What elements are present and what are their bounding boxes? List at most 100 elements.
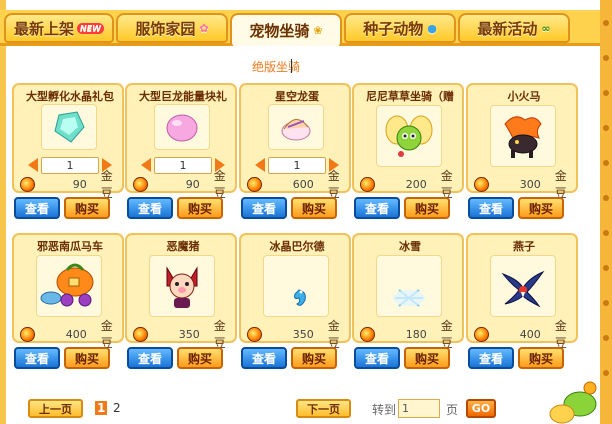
item-card: 小火马 300 金豆 (466, 83, 578, 200)
pumpkin-carriage-icon[interactable] (36, 255, 102, 317)
go-button[interactable]: GO (466, 399, 496, 418)
view-button[interactable]: 查看 (468, 347, 514, 369)
quantity-stepper: 1 (255, 156, 339, 174)
next-page-button[interactable]: 下一页 (296, 399, 351, 418)
view-button[interactable]: 查看 (241, 197, 287, 219)
buy-button[interactable]: 购买 (64, 347, 110, 369)
buy-button[interactable]: 购买 (64, 197, 110, 219)
shop-item: 邪恶南瓜马车 400 金豆 查看 购买 (12, 233, 124, 376)
text-cursor (291, 59, 292, 73)
drop-icon: ● (427, 21, 437, 35)
dragon-egg-icon[interactable] (268, 104, 324, 150)
item-name: 邪恶南瓜马车 (37, 240, 103, 253)
view-button[interactable]: 查看 (354, 197, 400, 219)
category-tabs: 最新上架 NEW 服饰家园 ✿ 宠物坐骑 ❀ 种子动物 ● 最新活动 ∞ (0, 10, 600, 46)
price: 600 (292, 177, 314, 191)
gold-bean-icon (20, 326, 35, 342)
right-rail (600, 0, 612, 424)
tab-latest-events[interactable]: 最新活动 ∞ (458, 13, 570, 43)
tab-new-arrivals[interactable]: 最新上架 NEW (4, 13, 114, 43)
shop-item: 尼尼草草坐骑（赠 200 金豆 查看 购买 (352, 83, 464, 226)
tab-label: 种子动物 (363, 19, 424, 38)
price-row: 90 金豆 (129, 169, 237, 200)
currency-unit: 金豆 (327, 169, 340, 200)
quantity-stepper: 1 (28, 156, 112, 174)
buy-button[interactable]: 购买 (404, 347, 450, 369)
price: 90 (185, 177, 200, 191)
currency-unit: 金豆 (213, 319, 226, 350)
price: 350 (292, 327, 314, 341)
currency-unit: 金豆 (213, 169, 226, 200)
view-button[interactable]: 查看 (14, 347, 60, 369)
view-button[interactable]: 查看 (127, 347, 173, 369)
goto-page-input[interactable]: 1 (398, 399, 440, 418)
goto-label: 转到 (372, 403, 397, 417)
paw-icon: ❀ (313, 24, 323, 37)
buy-button[interactable]: 购买 (177, 347, 223, 369)
swallow-icon[interactable] (490, 255, 556, 317)
buy-button[interactable]: 购买 (518, 197, 564, 219)
tab-clothing-home[interactable]: 服饰家园 ✿ (116, 13, 228, 43)
tab-label: 服饰家园 (135, 19, 196, 38)
quantity-input[interactable]: 1 (154, 156, 212, 174)
fire-horse-icon[interactable] (490, 105, 556, 167)
buy-button[interactable]: 购买 (291, 347, 337, 369)
tab-label: 最新上架 (14, 19, 75, 38)
tab-pets-mounts[interactable]: 宠物坐骑 ❀ (230, 13, 342, 46)
view-button[interactable]: 查看 (241, 347, 287, 369)
gold-bean-icon (360, 176, 375, 192)
item-card: 尼尼草草坐骑（赠 200 金豆 (352, 83, 464, 200)
tab-seeds-animals[interactable]: 种子动物 ● (344, 13, 456, 43)
snowflake-icon[interactable] (376, 255, 442, 317)
gold-bean-icon (247, 326, 262, 342)
decrease-arrow-icon[interactable] (28, 158, 38, 172)
gold-bean-icon (474, 176, 489, 192)
quantity-input[interactable]: 1 (41, 156, 99, 174)
currency-unit: 金豆 (100, 169, 113, 200)
shop-item: 冰雪 180 金豆 查看 购买 (352, 233, 464, 376)
buy-button[interactable]: 购买 (177, 197, 223, 219)
price-row: 300 金豆 (470, 169, 578, 200)
shop-item: 小火马 300 金豆 查看 购买 (466, 83, 578, 226)
gold-bean-icon (133, 326, 148, 342)
currency-unit: 金豆 (100, 319, 113, 350)
view-button[interactable]: 查看 (14, 197, 60, 219)
page-1-link[interactable]: 1 (95, 401, 108, 415)
quantity-input[interactable]: 1 (268, 156, 326, 174)
item-name: 燕子 (513, 240, 535, 253)
price-row: 90 金豆 (16, 169, 124, 200)
currency-unit: 金豆 (440, 319, 453, 350)
price: 350 (178, 327, 200, 341)
item-name: 星空龙蛋 (275, 90, 319, 103)
pink-egg-icon[interactable] (154, 104, 210, 150)
price: 180 (405, 327, 427, 341)
ice-seahorse-icon[interactable] (263, 255, 329, 317)
view-button[interactable]: 查看 (127, 197, 173, 219)
decrease-arrow-icon[interactable] (141, 158, 151, 172)
price: 200 (405, 177, 427, 191)
item-name: 冰雪 (399, 240, 421, 253)
view-button[interactable]: 查看 (468, 197, 514, 219)
item-name: 恶魔猪 (166, 240, 200, 253)
green-fairy-icon[interactable] (376, 105, 442, 167)
price-row: 400 金豆 (16, 319, 124, 350)
view-button[interactable]: 查看 (354, 347, 400, 369)
buy-button[interactable]: 购买 (518, 347, 564, 369)
price-row: 180 金豆 (356, 319, 464, 350)
price-row: 350 金豆 (243, 319, 351, 350)
gold-bean-icon (20, 176, 35, 192)
price: 90 (72, 177, 87, 191)
item-card: 恶魔猪 350 金豆 (125, 233, 237, 350)
gold-bean-icon (474, 326, 489, 342)
prev-page-button[interactable]: 上一页 (28, 399, 83, 418)
crystal-icon[interactable] (41, 104, 97, 150)
new-badge: NEW (77, 22, 104, 34)
buy-button[interactable]: 购买 (291, 197, 337, 219)
demon-pig-icon[interactable] (149, 255, 215, 317)
page-2-link[interactable]: 2 (113, 401, 121, 415)
decrease-arrow-icon[interactable] (255, 158, 265, 172)
buy-button[interactable]: 购买 (404, 197, 450, 219)
item-card: 冰雪 180 金豆 (352, 233, 464, 350)
price: 400 (519, 327, 541, 341)
item-name: 尼尼草草坐骑（赠 (366, 90, 454, 103)
